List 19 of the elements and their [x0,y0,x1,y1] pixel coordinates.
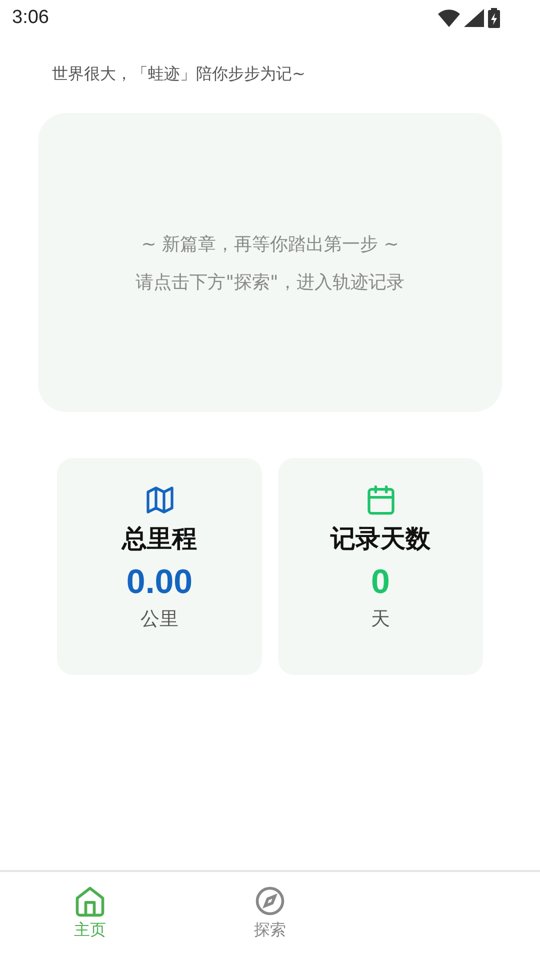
nav-tab[interactable]: 主页 [0,872,180,960]
stat-title: 总里程 [122,523,197,555]
compass-icon [253,884,287,918]
empty-state-text: ~ 新篇章，再等你踏出第一步 ~ [141,232,399,256]
calendar-icon [364,484,396,516]
status-time: 3:06 [12,7,49,29]
stat-value: 0 [371,563,390,602]
nav-tab[interactable]: 探索 [180,872,360,960]
slogan-text: 世界很大，「蛙迹」陪你步步为记~ [52,64,306,85]
stat-unit: 公里 [140,607,178,632]
stat-title: 记录天数 [330,523,430,555]
signal-icon [464,9,484,27]
map-icon [144,484,176,516]
stat-unit: 天 [371,607,390,632]
wifi-icon [438,9,460,27]
stat-value: 0.00 [126,563,193,602]
battery-icon [488,8,500,28]
empty-state-text: 请点击下方"探索"，进入轨迹记录 [136,270,404,294]
home-icon [73,884,107,918]
